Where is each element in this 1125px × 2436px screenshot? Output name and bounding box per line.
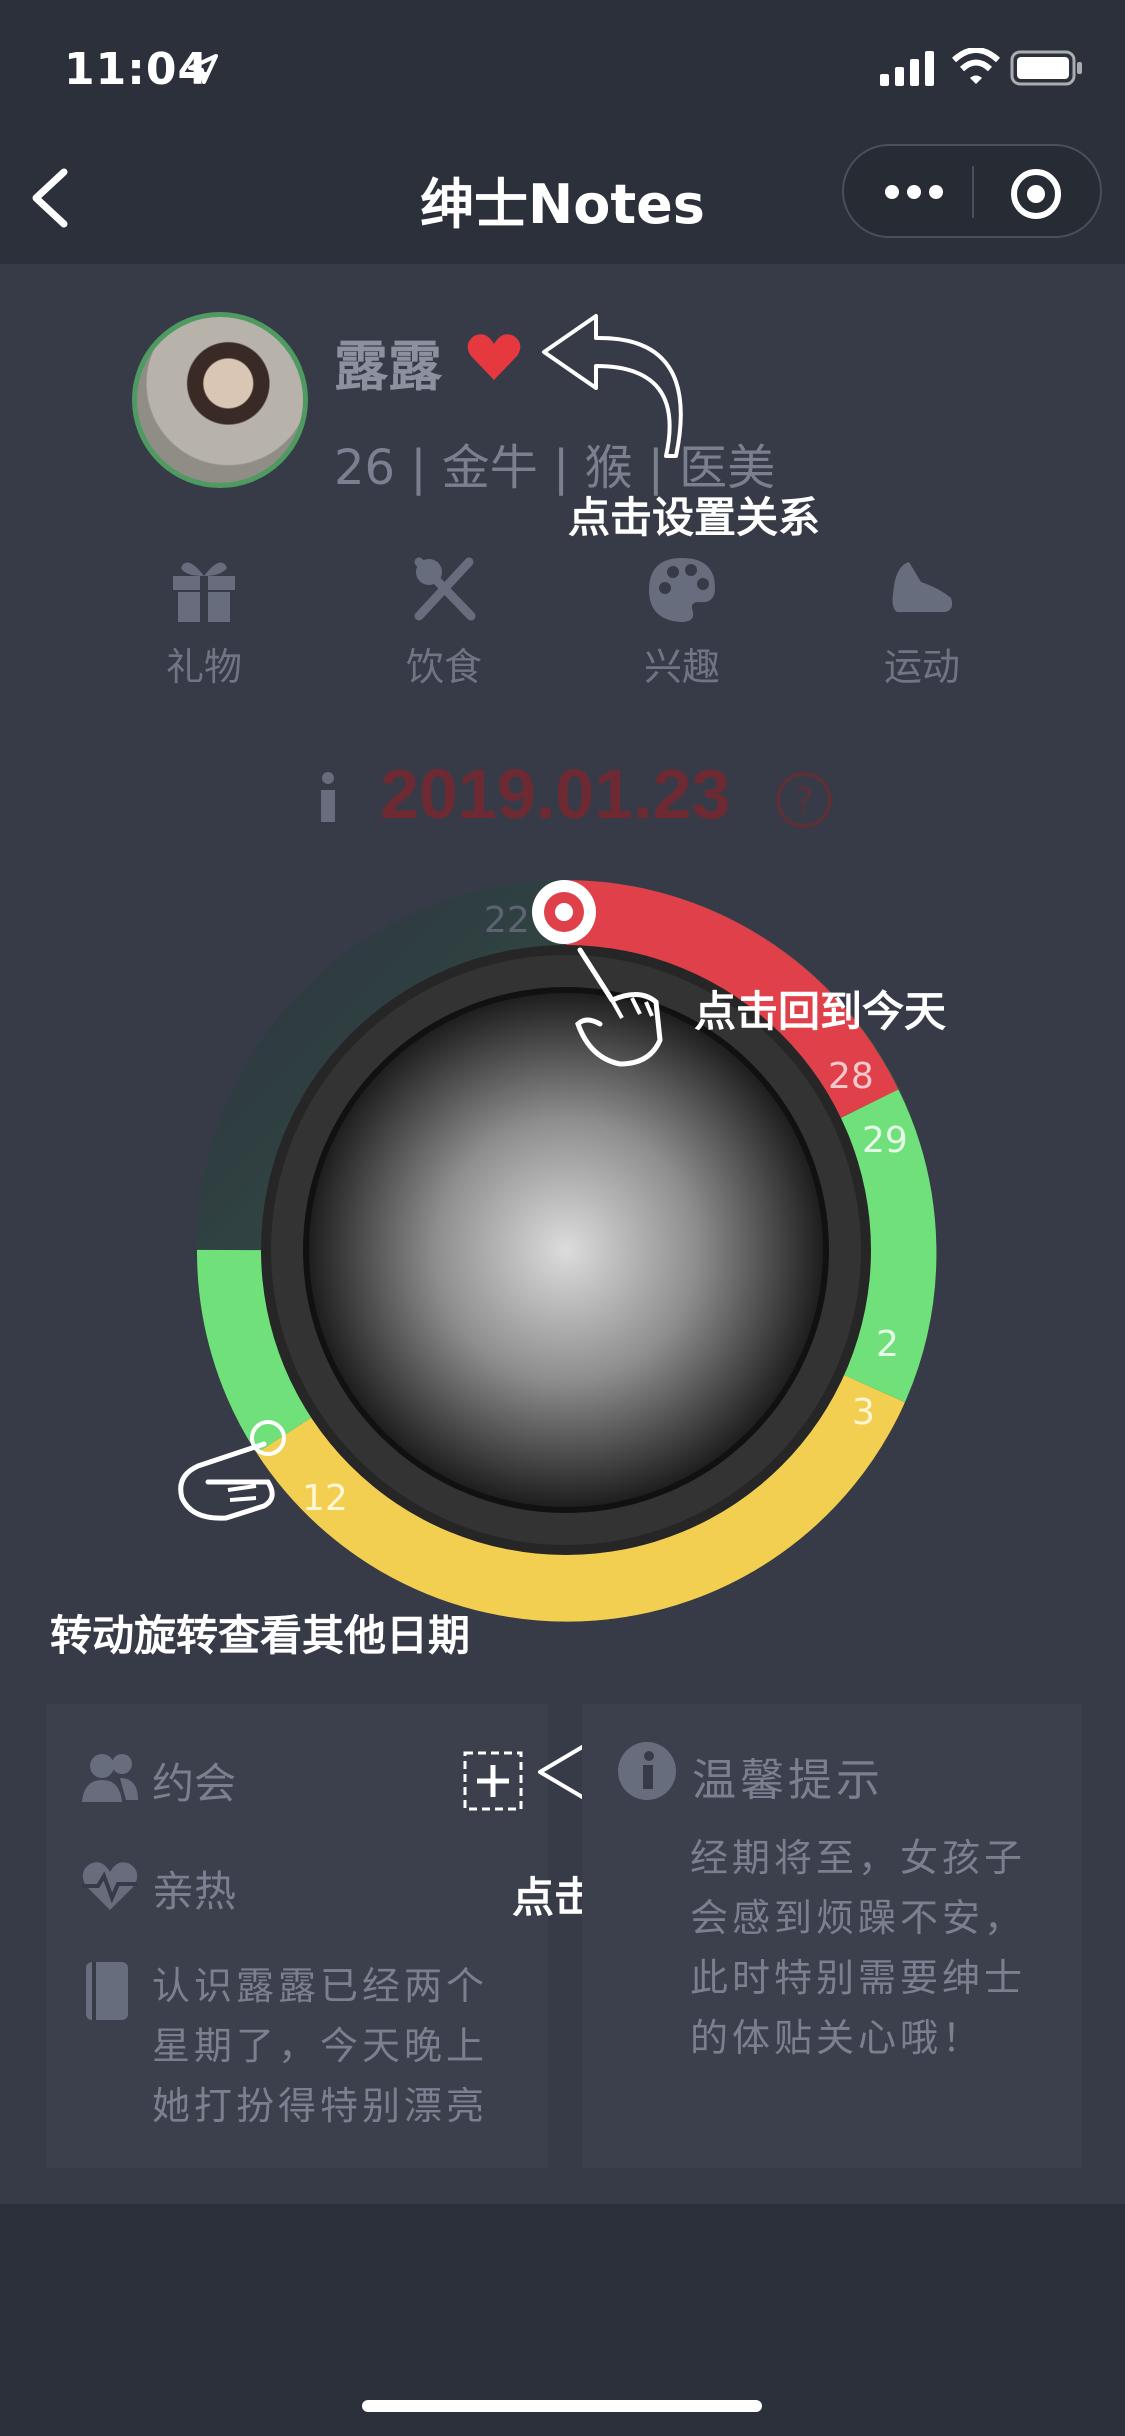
notebook-icon xyxy=(86,1962,128,2020)
tip-line: 经期将至，女孩子 xyxy=(690,1836,1027,1880)
category-food[interactable]: 饮食 xyxy=(384,554,504,691)
add-event-icon[interactable] xyxy=(462,1750,524,1812)
event-intimacy-label: 亲热 xyxy=(152,1867,237,1916)
category-label: 运动 xyxy=(883,645,960,689)
utensils-icon xyxy=(414,557,476,621)
gift-icon xyxy=(173,562,235,622)
swipe-hand-icon xyxy=(178,1420,286,1521)
tip-text: 经期将至，女孩子 会感到烦躁不安， 此时特别需要绅士 的体贴关心哦！ xyxy=(690,1828,1026,2068)
info-circle-icon xyxy=(618,1742,676,1800)
day-label: 28 xyxy=(828,1056,874,1097)
tip-line: 的体贴关心哦！ xyxy=(690,2016,985,2060)
category-hobby[interactable]: 兴趣 xyxy=(622,554,742,691)
hint-back-today: 点击回到今天 xyxy=(694,987,947,1036)
day-label: 2 xyxy=(876,1324,899,1365)
curved-arrow-icon xyxy=(542,314,683,458)
hint-rotate: 转动旋转查看其他日期 xyxy=(50,1611,471,1660)
day-label: 29 xyxy=(862,1120,908,1161)
mini-program-capsule xyxy=(842,144,1102,238)
palette-icon xyxy=(649,558,715,622)
capsule-divider xyxy=(972,166,974,218)
svg-text:?: ? xyxy=(794,781,813,822)
info-icon[interactable] xyxy=(316,772,340,824)
category-sport[interactable]: 运动 xyxy=(862,554,982,691)
more-icon[interactable] xyxy=(882,180,946,204)
day-label: 3 xyxy=(852,1392,875,1433)
battery-icon xyxy=(1010,50,1082,86)
avatar[interactable] xyxy=(132,312,308,488)
sneaker-icon xyxy=(892,562,953,612)
help-icon[interactable]: ? xyxy=(774,770,834,830)
wifi-icon xyxy=(952,48,1000,84)
today-marker-dot xyxy=(555,903,573,921)
current-date: 2019.01.23 xyxy=(380,755,731,833)
category-label: 饮食 xyxy=(405,645,482,689)
day-label: 12 xyxy=(302,1478,348,1519)
hint-set-relation: 点击设置关系 xyxy=(568,493,821,542)
tip-line: 此时特别需要绅士 xyxy=(690,1956,1027,2000)
heart-icon[interactable] xyxy=(466,332,522,382)
tap-hand-icon xyxy=(575,947,663,1067)
heartbeat-icon xyxy=(82,1862,138,1910)
note-line: 她打扮得特别漂亮 xyxy=(152,2084,489,2128)
category-gift[interactable]: 礼物 xyxy=(144,554,264,691)
home-indicator xyxy=(362,2400,762,2412)
close-target-icon[interactable] xyxy=(1008,166,1064,222)
signal-icon xyxy=(880,51,934,86)
category-label: 兴趣 xyxy=(643,645,720,689)
tip-line: 会感到烦躁不安， xyxy=(690,1896,1027,1940)
note-line: 认识露露已经两个 xyxy=(152,1964,489,2008)
date-people-icon xyxy=(82,1754,138,1802)
tip-title: 温馨提示 xyxy=(692,1755,884,1806)
category-label: 礼物 xyxy=(165,645,242,689)
day-label: 22 xyxy=(484,900,530,941)
profile-name: 露露 xyxy=(334,335,442,398)
event-date-label: 约会 xyxy=(152,1759,237,1808)
note-line: 星期了，今天晚上 xyxy=(152,2024,489,2068)
event-note: 认识露露已经两个 星期了，今天晚上 她打扮得特别漂亮 xyxy=(152,1956,488,2136)
location-arrow-icon xyxy=(188,54,218,84)
